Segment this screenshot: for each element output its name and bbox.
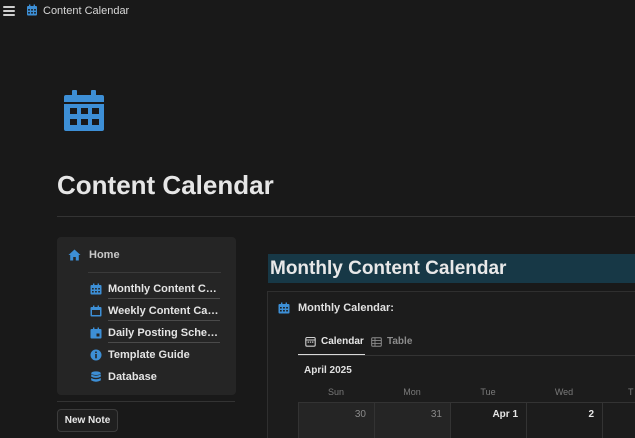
nav-item-label: Weekly Content Calendar — [108, 305, 220, 317]
tab-calendar-label: Calendar — [321, 336, 364, 347]
tab-table-label: Table — [387, 336, 413, 347]
calendar-icon — [278, 302, 290, 314]
tabs-divider — [298, 355, 635, 356]
calendar-icon — [90, 283, 102, 295]
day-number: 2 — [588, 409, 594, 420]
calendar-week-row: 30 31 Apr 1 2 — [298, 402, 635, 438]
hamburger-menu-icon[interactable] — [3, 6, 15, 16]
info-icon — [90, 349, 102, 361]
sidebar-divider — [57, 401, 235, 402]
nav-item-daily-posting-schedule[interactable]: Daily Posting Schedule — [90, 325, 225, 343]
nav-divider — [88, 272, 221, 273]
tab-calendar[interactable]: Calendar — [305, 336, 364, 347]
nav-item-database[interactable]: Database — [90, 369, 225, 385]
database-icon — [91, 371, 101, 382]
day-number: Apr 1 — [492, 409, 518, 420]
tab-table[interactable]: Table — [371, 336, 412, 347]
weekday-label: Wed — [554, 387, 574, 397]
calendar-month-label: April 2025 — [304, 365, 352, 376]
day-number: 31 — [430, 409, 442, 420]
nav-item-label: Monthly Content Calendar — [108, 283, 220, 295]
calendar-database-view: Monthly Calendar: Calendar Table April 2… — [267, 291, 635, 438]
calendar-icon — [90, 305, 102, 317]
calendar-label: Monthly Calendar: — [298, 302, 394, 314]
page-calendar-icon[interactable] — [62, 90, 106, 132]
new-note-button[interactable]: New Note — [57, 409, 118, 432]
navigation-card: Home Monthly Content Calendar Weekly Con… — [57, 237, 236, 395]
page-title: Content Calendar — [57, 170, 274, 200]
weekday-label: Tue — [480, 387, 496, 397]
calendar-day-cell[interactable]: 2 — [526, 403, 602, 438]
weekday-label: Mon — [403, 387, 421, 397]
nav-item-template-guide[interactable]: Template Guide — [90, 347, 225, 363]
house-icon — [68, 249, 81, 261]
nav-home-link[interactable]: Home — [68, 249, 120, 261]
day-number: 30 — [354, 409, 366, 420]
calendar-day-cell[interactable] — [602, 403, 635, 438]
calendar-day-cell[interactable]: 30 — [298, 403, 374, 438]
nav-home-label: Home — [89, 249, 120, 261]
weekday-header-row: Sun Mon Tue Wed T — [298, 387, 635, 401]
weekday-label: Sun — [327, 387, 344, 397]
calendar-view-title[interactable]: Monthly Calendar: — [278, 302, 394, 314]
breadcrumb-page-title[interactable]: Content Calendar — [43, 5, 129, 17]
nav-item-monthly-content-calendar[interactable]: Monthly Content Calendar — [90, 281, 225, 299]
calendar-day-cell[interactable]: Apr 1 — [450, 403, 526, 438]
nav-item-weekly-content-calendar[interactable]: Weekly Content Calendar — [90, 303, 225, 321]
calendar-icon — [90, 327, 102, 339]
nav-item-label: Database — [108, 371, 157, 383]
weekday-label: T — [628, 387, 634, 397]
top-bar: Content Calendar — [0, 0, 635, 22]
calendar-day-cell[interactable]: 31 — [374, 403, 450, 438]
nav-item-label: Template Guide — [108, 349, 190, 361]
calendar-icon — [27, 4, 37, 16]
section-heading-text: Monthly Content Calendar — [270, 257, 507, 279]
nav-item-label: Daily Posting Schedule — [108, 327, 220, 339]
calendar-view-icon — [305, 336, 316, 347]
title-divider — [57, 216, 635, 217]
table-icon — [371, 336, 382, 347]
section-heading: Monthly Content Calendar — [268, 254, 635, 283]
